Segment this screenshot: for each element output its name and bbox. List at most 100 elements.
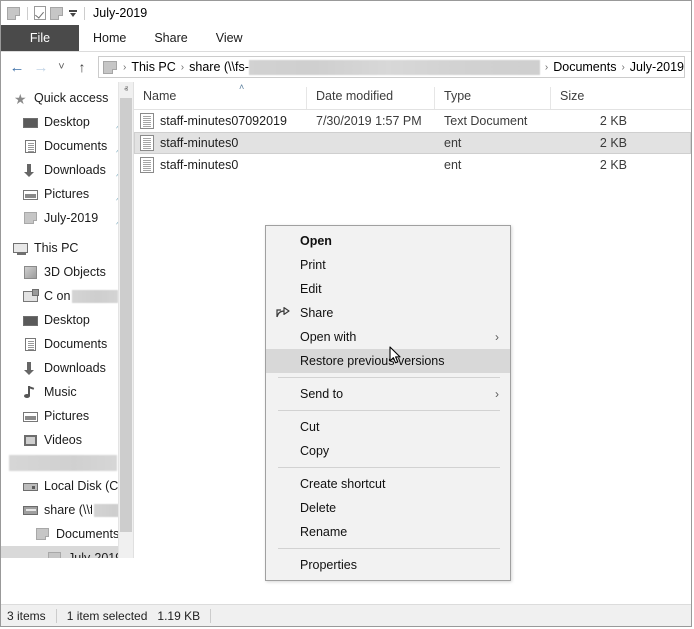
network-drive-icon [22, 502, 39, 519]
context-menu-item-edit[interactable]: Edit [266, 277, 510, 301]
sidebar-item-desktop[interactable]: Desktop 📌 [1, 110, 133, 134]
sidebar-item-july-2019[interactable]: July-2019 [1, 546, 133, 558]
this-pc-icon [12, 240, 29, 257]
breadcrumb-item-july-2019[interactable]: July-2019 [630, 60, 684, 74]
context-menu-item-label: Share [300, 306, 333, 320]
ribbon-tabs: File Home Share View [1, 25, 691, 52]
sidebar-item-quick-access[interactable]: ★ Quick access [1, 86, 133, 110]
file-date-cell: 7/30/2019 1:57 PM [307, 114, 435, 128]
sidebar-item-downloads[interactable]: Downloads 📌 [1, 158, 133, 182]
tab-file[interactable]: File [1, 25, 79, 51]
breadcrumb-separator-3[interactable]: › [616, 62, 629, 73]
sidebar-item-label: Music [44, 385, 77, 399]
sidebar-item-documents-pc[interactable]: Documents [1, 332, 133, 356]
3d-objects-icon [22, 264, 39, 281]
sidebar-item-pictures[interactable]: Pictures 📌 [1, 182, 133, 206]
sidebar-item-share-network[interactable]: share (\\fs- [1, 498, 133, 522]
back-button[interactable]: ← [5, 55, 29, 79]
context-menu-item-label: Open with [300, 330, 356, 344]
breadcrumb-separator-1[interactable]: › [176, 62, 189, 73]
tab-home[interactable]: Home [79, 25, 140, 51]
context-menu-item-create-shortcut[interactable]: Create shortcut [266, 472, 510, 496]
context-menu-item-open[interactable]: Open [266, 229, 510, 253]
sidebar-item-documents[interactable]: Documents 📌 [1, 134, 133, 158]
sidebar-item-label: July-2019 [44, 211, 98, 225]
properties-icon[interactable] [32, 5, 48, 21]
recent-locations-button[interactable]: ˅ [53, 55, 70, 79]
disk-icon [22, 478, 39, 495]
videos-icon [22, 432, 39, 449]
tab-share[interactable]: Share [140, 25, 201, 51]
context-menu-item-share[interactable]: Share [266, 301, 510, 325]
breadcrumb[interactable]: › This PC › share (\\fs- › Documents › J… [98, 56, 685, 78]
context-menu-item-copy[interactable]: Copy [266, 439, 510, 463]
context-menu-item-send-to[interactable]: Send to › [266, 382, 510, 406]
context-menu-item-delete[interactable]: Delete [266, 496, 510, 520]
sidebar-item-videos[interactable]: Videos [1, 428, 133, 452]
table-row[interactable]: staff-minutes07092019 7/30/2019 1:57 PM … [134, 110, 691, 132]
documents-icon [22, 138, 39, 155]
text-document-icon [140, 113, 154, 129]
pictures-icon [22, 186, 39, 203]
sidebar-item-downloads-pc[interactable]: Downloads [1, 356, 133, 380]
sidebar-item-label: July-2019 [68, 551, 122, 558]
sidebar-item-3d-objects[interactable]: 3D Objects [1, 260, 133, 284]
sidebar-item-label: Documents [56, 527, 119, 541]
sidebar-item-pictures-pc[interactable]: Pictures [1, 404, 133, 428]
explorer-body: ★ Quick access Desktop 📌 Documents 📌 Dow… [1, 82, 691, 558]
downloads-icon [22, 162, 39, 179]
table-row[interactable]: staff-minutes0 ent 2 KB [134, 132, 691, 154]
redacted-computer-name [72, 290, 118, 303]
sidebar-item-label: C on [44, 289, 70, 303]
up-button[interactable]: ↑ [70, 55, 94, 79]
breadcrumb-separator-0[interactable]: › [118, 62, 131, 73]
new-folder-icon[interactable] [49, 5, 65, 21]
column-header-type[interactable]: Type [434, 87, 550, 109]
breadcrumb-item-share[interactable]: share (\\fs- [189, 60, 249, 74]
chevron-right-icon: › [495, 330, 499, 344]
address-bar: ← → ˅ ↑ › This PC › share (\\fs- › Docum… [1, 52, 691, 82]
context-menu-item-properties[interactable]: Properties [266, 553, 510, 577]
toolbar-divider [27, 7, 28, 20]
sidebar-scrollbar[interactable]: ⱏ ⱟ [118, 82, 133, 558]
scroll-up-button[interactable]: ⱏ [119, 82, 133, 97]
music-icon [22, 384, 39, 401]
breadcrumb-item-documents[interactable]: Documents [553, 60, 616, 74]
context-menu-item-print[interactable]: Print [266, 253, 510, 277]
scrollbar-thumb[interactable] [120, 98, 132, 532]
sidebar-item-desktop-pc[interactable]: Desktop [1, 308, 133, 332]
sidebar-item-label: Desktop [44, 115, 90, 129]
navigation-pane: ★ Quick access Desktop 📌 Documents 📌 Dow… [1, 82, 133, 558]
file-name-cell: staff-minutes07092019 [135, 113, 307, 129]
sidebar-item-label: share (\\fs- [44, 503, 92, 517]
sidebar-item-label: Pictures [44, 409, 89, 423]
status-bar: 3 items 1 item selected 1.19 KB [1, 604, 691, 626]
sidebar-item-local-disk-c[interactable]: Local Disk (C:) [1, 474, 133, 498]
scroll-down-button[interactable]: ⱟ [119, 543, 133, 558]
sidebar-item-documents-share[interactable]: Documents [1, 522, 133, 546]
sidebar-item-this-pc[interactable]: This PC [1, 236, 133, 260]
context-menu-item-cut[interactable]: Cut [266, 415, 510, 439]
folder-icon[interactable] [6, 5, 22, 21]
column-header-name[interactable]: Name ˄ [134, 87, 306, 109]
tab-view[interactable]: View [202, 25, 257, 51]
sidebar-item-c-on-remote[interactable]: C on [1, 284, 133, 308]
column-header-date-modified[interactable]: Date modified [306, 87, 434, 109]
chevron-right-icon: › [495, 387, 499, 401]
sidebar-item-july-2019-quick[interactable]: July-2019 📌 [1, 206, 133, 230]
status-divider-2 [210, 609, 211, 623]
text-document-icon [140, 135, 154, 151]
table-row[interactable]: staff-minutes0 ent 2 KB [134, 154, 691, 176]
context-menu-item-restore-previous-versions[interactable]: Restore previous versions [266, 349, 510, 373]
title-bar: July-2019 [1, 1, 691, 25]
folder-icon [34, 526, 51, 543]
breadcrumb-separator-2[interactable]: › [540, 62, 553, 73]
context-menu-item-open-with[interactable]: Open with › [266, 325, 510, 349]
breadcrumb-item-this-pc[interactable]: This PC [131, 60, 175, 74]
pictures-icon [22, 408, 39, 425]
context-menu-item-rename[interactable]: Rename [266, 520, 510, 544]
forward-button[interactable]: → [29, 55, 53, 79]
customize-caret-icon[interactable] [66, 5, 80, 21]
sidebar-item-music[interactable]: Music [1, 380, 133, 404]
column-header-size[interactable]: Size [550, 87, 642, 109]
